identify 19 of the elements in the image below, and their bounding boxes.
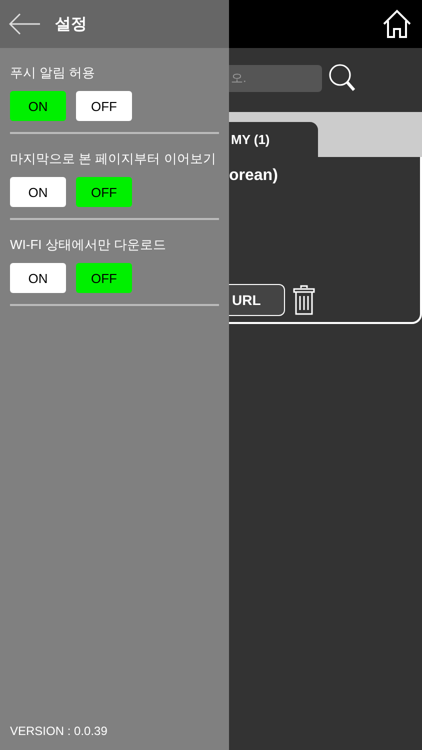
card-title: orean) (229, 167, 279, 185)
setting-label: 푸시 알림 허용 (10, 64, 96, 82)
toggle-button[interactable]: OFF (76, 263, 132, 293)
version-text: VERSION : 0.0.39 (9, 724, 108, 740)
toggle-button[interactable]: ON (10, 177, 66, 207)
url-button[interactable]: URL (229, 284, 285, 316)
setting-label: 마지막으로 본 페이지부터 이어보기 (10, 150, 217, 168)
home-icon[interactable] (382, 9, 412, 39)
trash-icon[interactable] (293, 284, 315, 316)
toggle-button[interactable]: OFF (76, 91, 132, 121)
toggle-button[interactable]: OFF (76, 177, 132, 207)
drawer-title: 설정 (55, 14, 87, 34)
back-arrow-icon[interactable] (9, 13, 41, 35)
tab[interactable]: MY (1) (229, 122, 318, 157)
toggle-button[interactable]: ON (10, 263, 66, 293)
search-icon[interactable] (328, 63, 356, 93)
toggle-button[interactable]: ON (10, 91, 66, 121)
search-field[interactable]: 오. (229, 64, 322, 92)
setting-label: WI-FI 상태에서만 다운로드 (10, 236, 167, 254)
